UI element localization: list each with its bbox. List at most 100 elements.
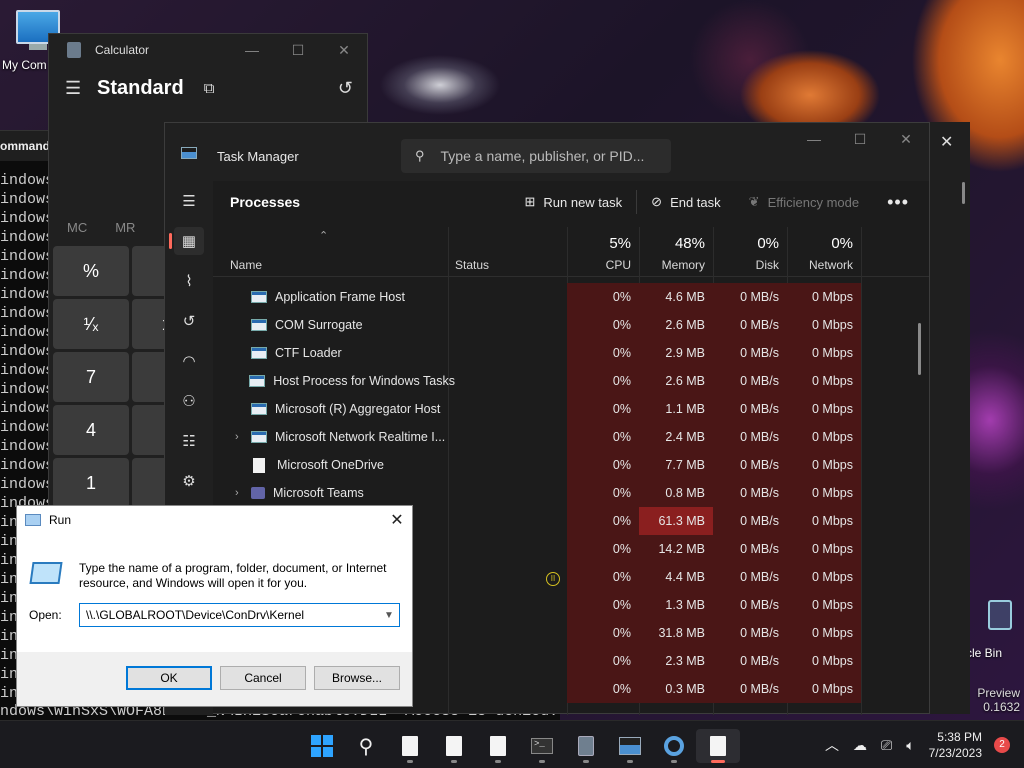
mc-button[interactable]: MC — [67, 220, 87, 235]
open-combobox[interactable]: \\.\GLOBALROOT\Device\ConDrv\Kernel ▼ — [79, 603, 400, 627]
task-manager-title: Task Manager — [217, 149, 299, 164]
close-icon[interactable]: ✕ — [940, 132, 953, 152]
task-manager-titlebar[interactable]: Task Manager ⚲ Type a name, publisher, o… — [165, 123, 929, 181]
run-dialog[interactable]: Run ✕ Type the name of a program, folder… — [16, 505, 413, 707]
key-7[interactable]: 7 — [53, 352, 129, 402]
table-row[interactable]: › Microsoft Network Realtime I... 0% 2.4 MB… — [213, 423, 929, 451]
close-icon[interactable]: ✕ — [382, 510, 412, 530]
process-memory: 4.4 MB — [639, 563, 713, 591]
task-manager-icon — [181, 147, 197, 159]
cancel-button[interactable]: Cancel — [220, 666, 306, 690]
calculator-titlebar[interactable]: Calculator — ☐ ✕ — [49, 34, 367, 66]
table-row[interactable]: Microsoft (R) Aggregator Host 0% 1.1 MB 0 M… — [213, 395, 929, 423]
process-name: › Microsoft Teams — [235, 479, 455, 507]
percent-key[interactable]: % — [53, 246, 129, 296]
maximize-button[interactable]: ☐ — [275, 42, 321, 59]
mr-button[interactable]: MR — [115, 220, 135, 235]
process-memory: 61.3 MB — [639, 507, 713, 535]
search-button[interactable]: ⚲ — [344, 729, 388, 763]
run-body: Type the name of a program, folder, docu… — [17, 534, 412, 652]
taskbar-app-document-active[interactable] — [696, 729, 740, 763]
cloud-offline-icon[interactable]: ☁ — [853, 737, 867, 754]
table-row[interactable]: COM Surrogate 0% 2.6 MB 0 MB/s 0 Mbps — [213, 311, 929, 339]
recycle-bin-icon[interactable]: cle Bin — [966, 600, 1024, 670]
nav-details-icon[interactable]: ☷ — [165, 421, 213, 461]
browse-button[interactable]: Browse... — [314, 666, 400, 690]
chevron-right-icon[interactable]: › — [235, 423, 251, 451]
process-name: CTF Loader — [235, 339, 455, 367]
key-4[interactable]: 4 — [53, 405, 129, 455]
end-task-button[interactable]: ⊘ End task — [637, 194, 735, 210]
open-input-value[interactable]: \\.\GLOBALROOT\Device\ConDrv\Kernel — [86, 608, 304, 622]
open-label: Open: — [29, 608, 62, 622]
process-icon — [251, 291, 267, 303]
nav-menu-icon[interactable]: ☰ — [165, 181, 213, 221]
process-disk: 0 MB/s — [713, 591, 787, 619]
document-icon — [402, 736, 418, 756]
nav-processes-icon[interactable]: ▦ — [165, 221, 213, 261]
volume-icon[interactable]: 🔈︎ — [906, 737, 914, 754]
nav-services-icon[interactable]: ⚙ — [165, 461, 213, 501]
ok-button[interactable]: OK — [126, 666, 212, 690]
process-memory: 2.6 MB — [639, 367, 713, 395]
chevron-right-icon[interactable]: › — [235, 479, 251, 507]
start-button[interactable] — [300, 729, 344, 763]
process-search-box[interactable]: ⚲ Type a name, publisher, or PID... — [401, 139, 671, 173]
nav-app-history-icon[interactable]: ↺ — [165, 301, 213, 341]
key-1[interactable]: 1 — [53, 458, 129, 508]
taskbar-app-settings[interactable] — [652, 729, 696, 763]
taskbar-app-document-2[interactable] — [432, 729, 476, 763]
run-titlebar[interactable]: Run ✕ — [17, 506, 412, 534]
table-row[interactable]: CTF Loader 0% 2.9 MB 0 MB/s 0 Mbps — [213, 339, 929, 367]
close-button[interactable]: ✕ — [883, 131, 929, 148]
nav-startup-apps-icon[interactable]: ◠ — [165, 341, 213, 381]
process-cpu: 0% — [567, 619, 639, 647]
table-row[interactable]: Host Process for Windows Tasks 0% 2.6 MB 0 … — [213, 367, 929, 395]
taskbar-app-document-1[interactable] — [388, 729, 432, 763]
process-list-scrollbar[interactable] — [918, 323, 921, 375]
taskbar-app-document-3[interactable] — [476, 729, 520, 763]
process-network: 0 Mbps — [787, 311, 861, 339]
run-new-task-button[interactable]: ⊞ Run new task — [510, 194, 636, 210]
taskbar-app-terminal[interactable]: >_ — [520, 729, 564, 763]
efficiency-mode-button[interactable]: ❦ Efficiency mode — [735, 194, 873, 210]
run-program-icon — [29, 562, 63, 584]
chevron-up-icon[interactable]: ︿ — [825, 735, 839, 755]
taskbar-app-task-manager[interactable] — [608, 729, 652, 763]
network-icon[interactable]: ⎚ — [881, 737, 892, 754]
minimize-button[interactable]: — — [791, 131, 837, 148]
table-row[interactable]: › Microsoft Teams 0% 0.8 MB 0 MB/s 0 Mbps — [213, 479, 929, 507]
more-options-icon[interactable]: ••• — [873, 192, 929, 213]
clock-date: 7/23/2023 — [928, 746, 982, 760]
process-status — [448, 283, 568, 311]
gear-icon — [664, 736, 684, 756]
column-network[interactable]: 0% Network — [787, 227, 861, 277]
chevron-down-icon[interactable]: ▼ — [379, 610, 399, 621]
calculator-mode-title: Standard — [97, 76, 184, 99]
table-row[interactable]: Application Frame Host 0% 4.6 MB 0 MB/s 0 Mb… — [213, 283, 929, 311]
reciprocal-key[interactable]: ¹⁄ₓ — [53, 299, 129, 349]
maximize-button[interactable]: ☐ — [837, 131, 883, 148]
minimize-button[interactable]: — — [229, 42, 275, 59]
column-disk[interactable]: 0% Disk — [713, 227, 787, 277]
column-cpu[interactable]: 5% CPU — [567, 227, 639, 277]
taskbar-app-calculator[interactable] — [564, 729, 608, 763]
process-disk: 0 MB/s — [713, 451, 787, 479]
clock[interactable]: 5:38 PM 7/23/2023 — [929, 729, 982, 761]
column-status[interactable]: Status — [438, 227, 558, 277]
notification-badge[interactable]: 2 — [994, 737, 1010, 753]
background-window-edge[interactable]: ✕ — [928, 122, 970, 714]
keep-on-top-icon[interactable]: ⧉ — [204, 80, 215, 97]
nav-users-icon[interactable]: ⚇ — [165, 381, 213, 421]
process-network: 0 Mbps — [787, 591, 861, 619]
history-icon[interactable]: ↺ — [338, 78, 353, 99]
cpu-total: 5% — [609, 235, 631, 252]
nav-performance-icon[interactable]: ⌇ — [165, 261, 213, 301]
scrollbar-thumb[interactable] — [962, 182, 965, 204]
column-name[interactable]: Name — [213, 227, 448, 277]
table-row[interactable]: Microsoft OneDrive 0% 7.7 MB 0 MB/s 0 Mbps — [213, 451, 929, 479]
close-button[interactable]: ✕ — [321, 42, 367, 59]
column-memory[interactable]: 48% Memory — [639, 227, 713, 277]
hamburger-menu-icon[interactable]: ☰ — [65, 78, 97, 99]
process-disk: 0 MB/s — [713, 647, 787, 675]
